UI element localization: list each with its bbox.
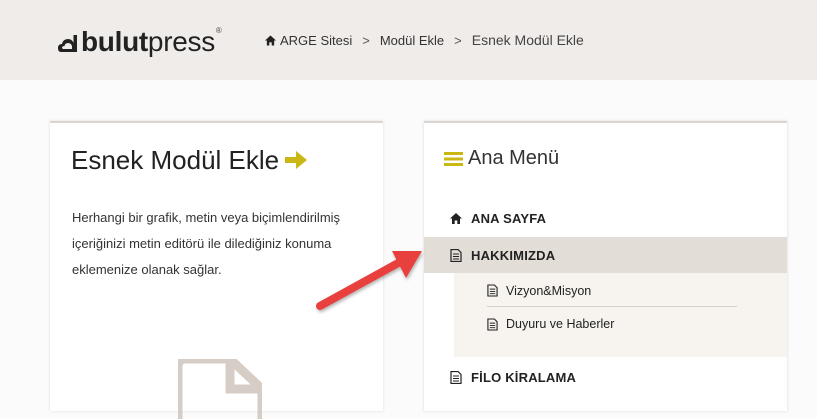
document-icon <box>178 359 262 419</box>
menu-item-ana-sayfa[interactable]: ANA SAYFA <box>424 200 787 236</box>
menu-item-label: FİLO KİRALAMA <box>471 369 577 385</box>
file-icon <box>487 284 498 297</box>
registered-mark: ® <box>215 26 222 35</box>
file-icon <box>450 370 462 384</box>
breadcrumb: ARGE Sitesi > Modül Ekle > Esnek Modül E… <box>265 32 584 48</box>
breadcrumb-arge-sitesi[interactable]: ARGE Sitesi <box>280 33 352 48</box>
menu-item-label: HAKKIMIZDA <box>471 247 556 263</box>
menu-item-label: ANA SAYFA <box>471 210 547 226</box>
home-icon <box>450 212 462 224</box>
breadcrumb-current: Esnek Modül Ekle <box>471 32 584 48</box>
file-icon <box>450 248 462 262</box>
home-icon <box>265 34 276 46</box>
site-header: bulutpress ® ARGE Sitesi > Modül Ekle > … <box>0 0 817 80</box>
menu-item-filo-kiralama[interactable]: FİLO KİRALAMA <box>424 359 787 395</box>
arrow-right-icon <box>285 151 308 169</box>
main-menu-card: Ana Menü ANA SAYFA HAKKIMIZDA Vizyon&Mis… <box>424 121 787 411</box>
pointer-arrow-annotation <box>316 251 422 310</box>
module-title: Esnek Modül Ekle <box>71 145 309 176</box>
breadcrumb-modul-ekle[interactable]: Modül Ekle <box>380 33 444 48</box>
submenu-item-label: Duyuru ve Haberler <box>506 317 615 331</box>
submenu-item-label: Vizyon&Misyon <box>506 283 592 298</box>
file-icon <box>487 317 498 331</box>
menu-item-hakkimizda[interactable]: HAKKIMIZDA <box>424 237 787 273</box>
menu-title: Ana Menü <box>444 147 559 170</box>
breadcrumb-separator: > <box>362 32 370 48</box>
bars-icon <box>444 151 463 166</box>
bulutpress-logo[interactable]: bulutpress ® <box>58 24 222 56</box>
logo-text: bulutpress <box>81 26 215 57</box>
submenu-item-vizyon-misyon[interactable]: Vizyon&Misyon <box>487 275 737 307</box>
submenu: Vizyon&Misyon Duyuru ve Haberler <box>454 273 787 357</box>
submenu-item-duyuru-haberler[interactable]: Duyuru ve Haberler <box>487 308 737 340</box>
breadcrumb-separator: > <box>454 32 462 48</box>
cloud-logo-icon <box>58 35 77 52</box>
